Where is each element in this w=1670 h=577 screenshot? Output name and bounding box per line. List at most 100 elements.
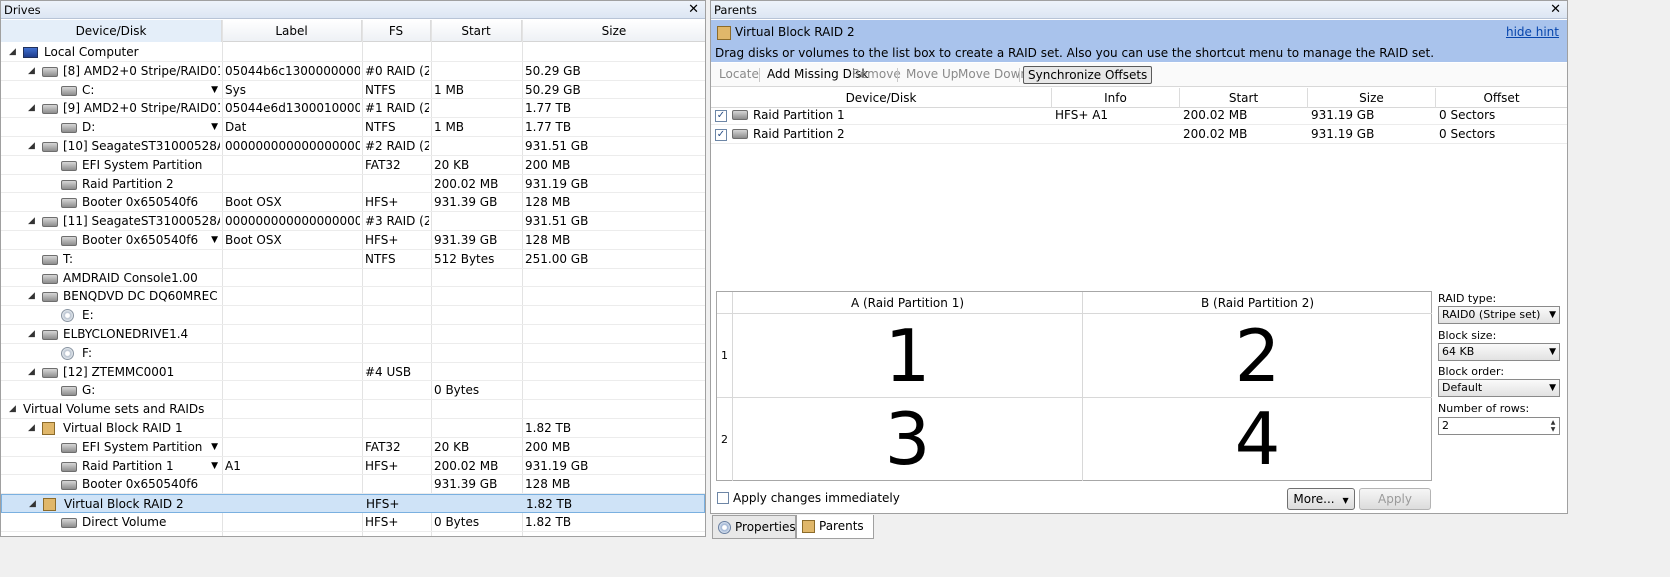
expand-arrow-icon[interactable]: ◢ xyxy=(28,363,38,382)
size-cell: 128 MB xyxy=(525,233,571,247)
offset-cell: 0 Sectors xyxy=(1439,127,1496,141)
expand-arrow-icon[interactable]: ◢ xyxy=(28,419,38,438)
include-checkbox[interactable]: ✓ xyxy=(715,129,727,141)
tree-row[interactable]: ◢ [11] SeagateST31000528ASCC38 00000000000… xyxy=(1,212,705,231)
tree-row[interactable]: Raid Partition 1 A1 HFS+ 200.02 MB 931.19 GB… xyxy=(1,457,705,476)
tree-row[interactable]: AMDRAID Console1.00 xyxy=(1,269,705,288)
tree-row[interactable]: ◢ Local Computer xyxy=(1,43,705,62)
virtual-block-icon xyxy=(43,498,56,512)
synchronize-offsets-button[interactable]: Synchronize Offsets xyxy=(1023,66,1153,84)
expand-arrow-icon[interactable]: ◢ xyxy=(29,495,39,514)
raid-type-select[interactable]: RAID0 (Stripe set) ▼ xyxy=(1438,306,1560,324)
label-cell: 0000000000000000000000... xyxy=(225,139,360,153)
col-label[interactable]: Label xyxy=(222,20,362,42)
start-cell xyxy=(434,137,520,156)
tree-row[interactable]: T: NTFS 512 Bytes 251.00 GB xyxy=(1,250,705,269)
drives-pane-title: Drives ✕ xyxy=(1,1,705,19)
expand-arrow-icon[interactable]: ◢ xyxy=(9,43,19,62)
tree-row[interactable]: ◢ Virtual Block RAID 1 1.82 TB xyxy=(1,419,705,438)
chevron-down-icon[interactable]: ▼ xyxy=(211,118,218,137)
locate-button[interactable]: Locate xyxy=(715,66,763,84)
chevron-down-icon[interactable]: ▼ xyxy=(211,457,218,476)
expand-arrow-icon[interactable]: ◢ xyxy=(28,99,38,118)
hdd-icon xyxy=(42,217,58,228)
close-icon[interactable]: ✕ xyxy=(1550,1,1561,19)
hdd-icon xyxy=(42,142,58,152)
include-checkbox[interactable]: ✓ xyxy=(715,110,727,122)
parents-title-text: Parents xyxy=(714,3,757,17)
tree-row[interactable]: Booter 0x650540f6 931.39 GB 128 MB xyxy=(1,475,705,495)
col-offset[interactable]: Offset xyxy=(1436,88,1567,108)
chevron-down-icon[interactable]: ▼ xyxy=(211,81,218,100)
block-order-select[interactable]: Default ▼ xyxy=(1438,379,1560,397)
tree-row[interactable]: ◢ Virtual Block RAID 2 HFS+ 1.82 TB xyxy=(1,494,705,513)
hdd-icon xyxy=(42,367,58,378)
more-button[interactable]: More... ▼ xyxy=(1287,488,1355,510)
col-start[interactable]: Start xyxy=(431,20,522,42)
hide-hint-link[interactable]: hide hint xyxy=(1506,25,1559,39)
fs-cell xyxy=(365,325,429,344)
tree-row[interactable]: Booter 0x650540f6 Boot OSX HFS+ 931.39 GB 12… xyxy=(1,231,705,250)
tree-row[interactable]: E: xyxy=(1,306,705,325)
tree-row[interactable]: D: Dat NTFS 1 MB 1.77 TB ▼ xyxy=(1,118,705,137)
size-cell: 50.29 GB xyxy=(525,63,581,78)
hdd-icon xyxy=(61,442,77,453)
grid-cell: 1 xyxy=(733,314,1083,398)
block-size-label: Block size: xyxy=(1438,329,1497,342)
label-cell: 05044e6d13000100000000... xyxy=(225,101,360,116)
expand-arrow-icon[interactable]: ◢ xyxy=(28,137,38,156)
col-size[interactable]: Size xyxy=(1308,88,1436,108)
col-info[interactable]: Info xyxy=(1052,88,1180,108)
parent-row[interactable]: ✓ Raid Partition 1 HFS+ A1 200.02 MB 931.19 … xyxy=(711,106,1567,125)
tree-row[interactable]: ◢ Virtual Volume sets and RAIDs xyxy=(1,400,705,419)
spinner-icon[interactable]: ▲ ▼ xyxy=(1548,419,1558,433)
device-name: BENQDVD DC DQ60MREC xyxy=(63,289,218,304)
close-icon[interactable]: ✕ xyxy=(688,1,699,19)
tree-row[interactable]: Raid Partition 2 200.02 MB 931.19 GB xyxy=(1,175,705,194)
label-cell xyxy=(225,43,360,62)
expand-arrow-icon[interactable]: ◢ xyxy=(28,287,38,306)
col-start[interactable]: Start xyxy=(1180,88,1308,108)
start-cell: 20 KB xyxy=(434,439,470,454)
col-size[interactable]: Size xyxy=(522,20,706,42)
expand-arrow-icon[interactable]: ◢ xyxy=(9,400,19,419)
tree-row[interactable]: ◢ BENQDVD DC DQ60MREC xyxy=(1,287,705,307)
tab-parents-label: Parents xyxy=(819,519,864,533)
fs-cell: HFS+ xyxy=(365,195,399,210)
col-fs[interactable]: FS xyxy=(362,20,431,42)
tree-row[interactable]: ◢ ELBYCLONEDRIVE1.4 xyxy=(1,325,705,344)
expand-arrow-icon[interactable]: ◢ xyxy=(28,62,38,81)
parent-row[interactable]: ✓ Raid Partition 2 200.02 MB 931.19 GB 0 Sec… xyxy=(711,125,1567,144)
size-cell: 1.77 TB xyxy=(525,120,572,135)
block-size-select[interactable]: 64 KB ▼ xyxy=(1438,343,1560,361)
hdd-icon xyxy=(61,461,77,472)
expand-arrow-icon[interactable]: ◢ xyxy=(28,325,38,344)
start-cell: 1 MB xyxy=(434,82,465,97)
tab-properties[interactable]: Properties xyxy=(712,515,796,539)
tab-parents[interactable]: Parents xyxy=(796,515,874,539)
size-cell: 931.19 GB xyxy=(1311,127,1375,141)
tree-row[interactable]: EFI System Partition FAT32 20 KB 200 MB ▼ xyxy=(1,438,705,457)
tree-row[interactable]: ◢ [10] SeagateST31000528ASCC38 00000000000… xyxy=(1,137,705,156)
rows-stepper[interactable]: 2 ▲ ▼ xyxy=(1438,417,1560,435)
col-device-disk[interactable]: Device/Disk xyxy=(1,20,222,42)
tree-row[interactable]: ◢ [8] AMD2+0 Stripe/RAID01.10 05044b6c1300… xyxy=(1,62,705,81)
tree-row[interactable]: ◢ [12] ZTEMMC0001 #4 USB xyxy=(1,363,705,382)
expand-arrow-icon[interactable]: ◢ xyxy=(28,212,38,231)
move-down-button[interactable]: Move Down xyxy=(954,66,1032,84)
start-cell: 200.02 MB xyxy=(434,458,499,473)
tree-row[interactable]: Booter 0x650540f6 Boot OSX HFS+ 931.39 GB 12… xyxy=(1,193,705,213)
chevron-down-icon[interactable]: ▼ xyxy=(211,438,218,457)
apply-immediately-checkbox[interactable] xyxy=(717,492,729,504)
col-device-disk[interactable]: Device/Disk xyxy=(711,88,1052,108)
tree-row[interactable]: C: Sys NTFS 1 MB 50.29 GB ▼ xyxy=(1,81,705,100)
chevron-down-icon[interactable]: ▼ xyxy=(211,231,218,250)
tree-row[interactable]: Direct Volume HFS+ 0 Bytes 1.82 TB xyxy=(1,513,705,532)
tree-row[interactable]: F: xyxy=(1,344,705,363)
tree-row[interactable]: ◢ [9] AMD2+0 Stripe/RAID01.10 05044e6d1300… xyxy=(1,99,705,119)
tree-row[interactable]: EFI System Partition FAT32 20 KB 200 MB xyxy=(1,156,705,175)
device-name: ELBYCLONEDRIVE1.4 xyxy=(63,327,189,341)
apply-button[interactable]: Apply xyxy=(1359,488,1431,510)
tree-row[interactable]: G: 0 Bytes xyxy=(1,381,705,401)
chevron-down-icon: ▼ xyxy=(1549,383,1556,393)
